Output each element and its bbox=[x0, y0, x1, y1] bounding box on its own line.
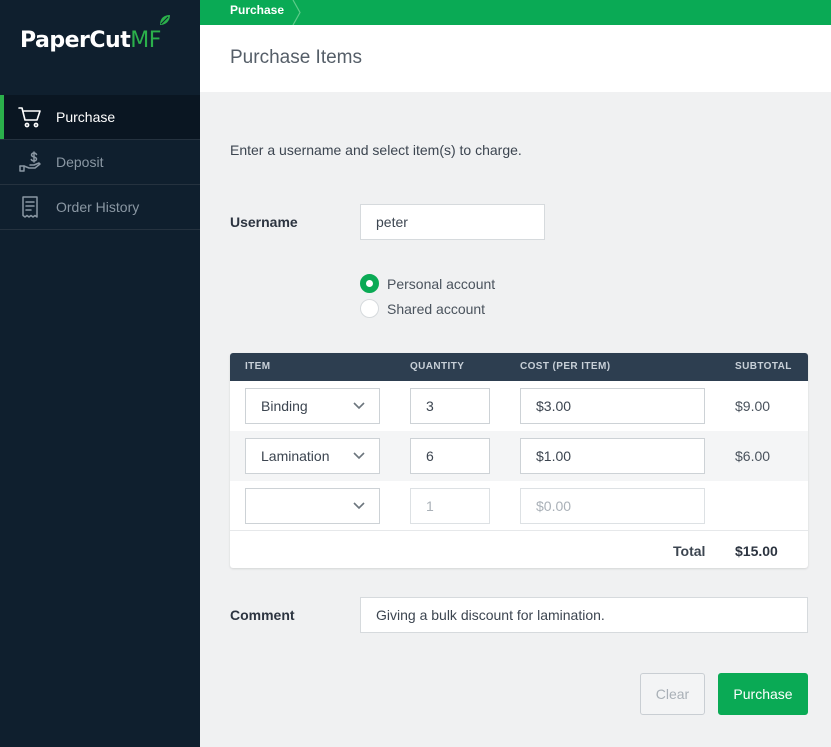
deposit-hand-icon bbox=[18, 150, 42, 174]
comment-label: Comment bbox=[230, 607, 295, 623]
table-row: Lamination 6 $1.00 $6.00 bbox=[230, 431, 808, 481]
table-header: ITEM QUANTITY COST (PER ITEM) SUBTOTAL bbox=[230, 353, 808, 381]
item-select-value: Binding bbox=[261, 398, 308, 414]
shared-account-option[interactable]: Shared account bbox=[360, 299, 485, 318]
personal-account-radio[interactable] bbox=[360, 274, 379, 293]
page-header: Purchase Items bbox=[200, 25, 831, 92]
username-input[interactable]: peter bbox=[360, 204, 545, 240]
total-value: $15.00 bbox=[735, 543, 778, 559]
sidebar-item-label: Order History bbox=[56, 199, 140, 215]
chevron-down-icon bbox=[353, 452, 365, 460]
clear-button[interactable]: Clear bbox=[640, 673, 705, 715]
cost-input[interactable]: $0.00 bbox=[520, 488, 705, 524]
sidebar-item-order-history[interactable]: Order History bbox=[0, 185, 200, 230]
breadcrumb-separator-icon bbox=[292, 0, 301, 25]
comment-input[interactable]: Giving a bulk discount for lamination. bbox=[360, 597, 808, 633]
purchase-button[interactable]: Purchase bbox=[718, 673, 808, 715]
item-select[interactable]: Binding bbox=[245, 388, 380, 424]
table-row: 1 $0.00 bbox=[230, 481, 808, 531]
column-header-item: ITEM bbox=[245, 361, 271, 372]
sidebar-item-label: Purchase bbox=[56, 109, 116, 125]
row-subtotal: $9.00 bbox=[735, 398, 771, 414]
sidebar-item-label: Deposit bbox=[56, 154, 104, 170]
item-select-value: Lamination bbox=[261, 448, 330, 464]
page-title: Purchase Items bbox=[230, 47, 362, 68]
cost-input[interactable]: $3.00 bbox=[520, 388, 705, 424]
receipt-icon bbox=[18, 195, 42, 219]
column-header-cost: COST (PER ITEM) bbox=[520, 361, 611, 372]
intro-text: Enter a username and select item(s) to c… bbox=[230, 142, 522, 158]
total-label: Total bbox=[673, 543, 706, 559]
username-label: Username bbox=[230, 214, 298, 230]
personal-account-label: Personal account bbox=[387, 275, 496, 292]
column-header-quantity: QUANTITY bbox=[410, 361, 465, 372]
sidebar-item-purchase[interactable]: Purchase bbox=[0, 95, 200, 140]
papercut-logo: PaperCutMF bbox=[20, 15, 171, 58]
shared-account-label: Shared account bbox=[387, 300, 486, 317]
quantity-input[interactable]: 3 bbox=[410, 388, 490, 424]
leaf-icon bbox=[159, 15, 170, 25]
chevron-down-icon bbox=[353, 402, 365, 410]
logo-text: PaperCutMF bbox=[20, 28, 161, 53]
item-select[interactable]: Lamination bbox=[245, 438, 380, 474]
shared-account-radio[interactable] bbox=[360, 299, 379, 318]
sidebar-item-deposit[interactable]: Deposit bbox=[0, 140, 200, 185]
items-table: ITEM QUANTITY COST (PER ITEM) SUBTOTAL B… bbox=[230, 353, 808, 568]
row-subtotal: $6.00 bbox=[735, 448, 771, 464]
cart-icon bbox=[18, 105, 42, 129]
table-row: Binding 3 $3.00 $9.00 bbox=[230, 381, 808, 431]
chevron-down-icon bbox=[353, 502, 365, 510]
personal-account-option[interactable]: Personal account bbox=[360, 274, 495, 293]
sidebar: PaperCutMF Purchase Deposit Order Histor… bbox=[0, 0, 200, 747]
item-select[interactable] bbox=[245, 488, 380, 524]
quantity-input[interactable]: 6 bbox=[410, 438, 490, 474]
quantity-input[interactable]: 1 bbox=[410, 488, 490, 524]
breadcrumb-purchase[interactable]: Purchase bbox=[200, 0, 298, 25]
breadcrumb-bar: Purchase bbox=[200, 0, 831, 25]
column-header-subtotal: SUBTOTAL bbox=[735, 361, 792, 372]
sidebar-nav: Purchase Deposit Order History bbox=[0, 95, 200, 230]
cost-input[interactable]: $1.00 bbox=[520, 438, 705, 474]
